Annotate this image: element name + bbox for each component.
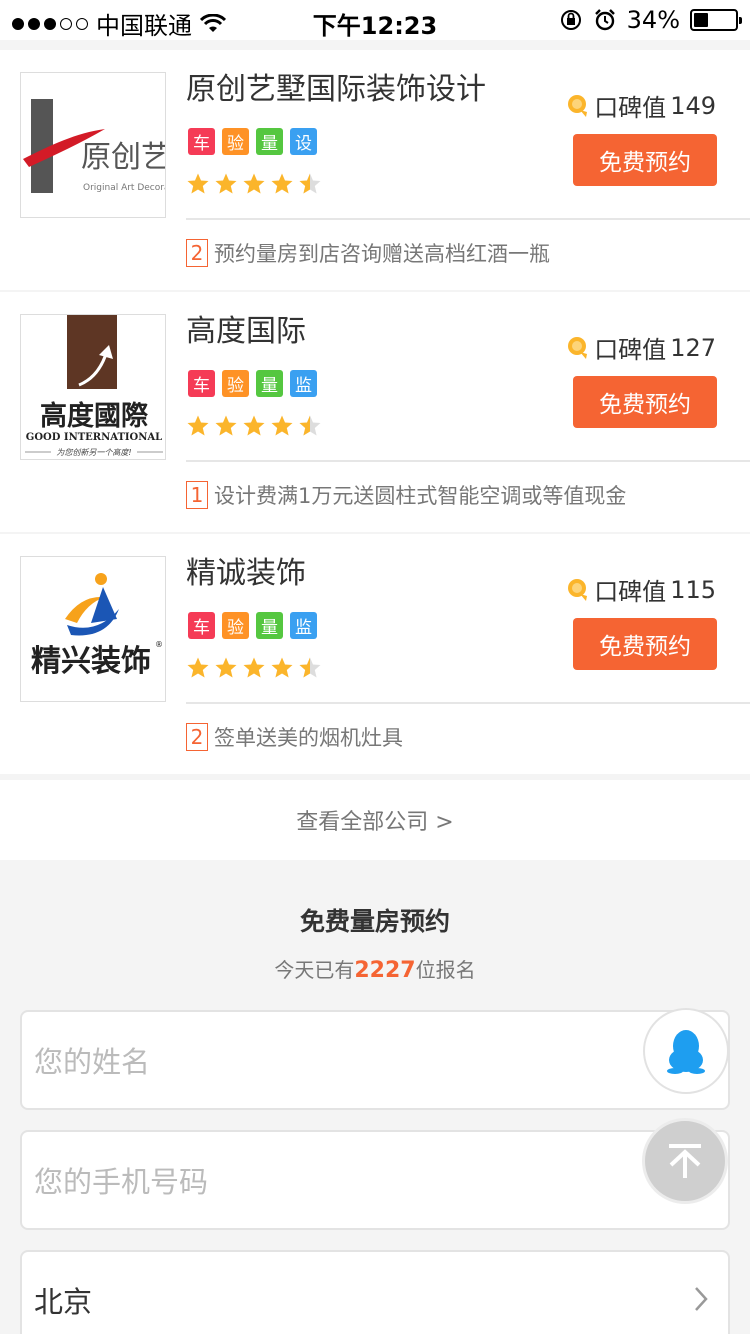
tag-measure: 量 bbox=[256, 370, 283, 397]
star-icon bbox=[243, 415, 265, 436]
city-select[interactable]: 北京 bbox=[20, 1250, 730, 1334]
reputation: 口碑值 115 bbox=[566, 572, 716, 607]
star-icon bbox=[187, 415, 209, 436]
view-all-companies-link[interactable]: 查看全部公司 > bbox=[0, 780, 750, 860]
phone-input[interactable]: 您的手机号码 bbox=[20, 1130, 730, 1230]
tag-supervise: 监 bbox=[290, 370, 317, 397]
half-star-icon bbox=[299, 173, 321, 194]
rotation-lock-icon bbox=[560, 10, 581, 30]
reputation-label: 口碑值 bbox=[594, 94, 667, 122]
alarm-icon bbox=[594, 9, 615, 31]
battery-icon bbox=[690, 9, 742, 31]
reputation-label: 口碑值 bbox=[594, 578, 667, 606]
reputation-value: 115 bbox=[670, 575, 716, 604]
star-icon bbox=[243, 173, 265, 194]
reputation-value: 149 bbox=[670, 91, 716, 120]
tag-design: 设 bbox=[290, 128, 317, 155]
promotion[interactable]: 2 预约量房到店咨询赠送高档红酒一瓶 bbox=[186, 238, 550, 268]
form-title: 免费量房预约 bbox=[299, 907, 450, 936]
company-name[interactable]: 精诚装饰 bbox=[186, 548, 306, 592]
logo-sub-text: Original Art Decoration bbox=[83, 183, 166, 193]
service-tags: 车 验 量 监 bbox=[188, 612, 317, 639]
rating-stars bbox=[186, 656, 322, 680]
service-tags: 车 验 量 设 bbox=[188, 128, 317, 155]
half-star-icon bbox=[299, 415, 321, 436]
company-name[interactable]: 原创艺墅国际装饰设计 bbox=[186, 64, 486, 108]
back-to-top-button[interactable] bbox=[642, 1118, 728, 1204]
company-card[interactable]: 原创艺墅 Original Art Decoration 原创艺墅国际装饰设计 … bbox=[0, 50, 750, 290]
reputation-label: 口碑值 bbox=[594, 336, 667, 364]
logo-slogan: 为您创新另一个高度! bbox=[56, 448, 131, 457]
badge-icon bbox=[568, 336, 588, 359]
qq-penguin-icon bbox=[667, 1030, 705, 1074]
arrow-up-icon bbox=[669, 1144, 701, 1178]
divider bbox=[186, 702, 750, 704]
promo-text: 设计费满1万元送圆柱式智能空调或等值现金 bbox=[214, 484, 627, 508]
star-icon bbox=[187, 173, 209, 194]
status-right: 34% bbox=[559, 6, 742, 34]
tag-measure: 量 bbox=[256, 128, 283, 155]
promo-text: 预约量房到店咨询赠送高档红酒一瓶 bbox=[214, 242, 550, 266]
free-booking-button[interactable]: 免费预约 bbox=[573, 376, 717, 428]
company-name[interactable]: 高度国际 bbox=[186, 306, 306, 350]
half-star-icon bbox=[299, 657, 321, 678]
star-icon bbox=[271, 173, 293, 194]
free-booking-button[interactable]: 免费预约 bbox=[573, 618, 717, 670]
star-icon bbox=[271, 415, 293, 436]
chevron-right-icon bbox=[695, 1287, 708, 1311]
tag-supervise: 监 bbox=[290, 612, 317, 639]
tag-car: 车 bbox=[188, 370, 215, 397]
star-icon bbox=[187, 657, 209, 678]
status-bar: 中国联通 下午12:23 34% bbox=[0, 0, 750, 40]
service-tags: 车 验 量 监 bbox=[188, 370, 317, 397]
promotion[interactable]: 2 签单送美的烟机灶具 bbox=[186, 722, 403, 752]
rating-stars bbox=[186, 172, 322, 196]
signup-count: 今天已有2227位报名 bbox=[0, 954, 750, 983]
star-icon bbox=[271, 657, 293, 678]
logo-main-text: 原创艺墅 bbox=[81, 140, 166, 175]
company-card[interactable]: 高度國際 GOOD INTERNATIONAL 为您创新另一个高度! 高度国际 … bbox=[0, 292, 750, 532]
reputation: 口碑值 127 bbox=[566, 330, 716, 365]
free-booking-button[interactable]: 免费预约 bbox=[573, 134, 717, 186]
logo-sub-text: GOOD INTERNATIONAL bbox=[26, 432, 162, 443]
badge-icon bbox=[568, 578, 588, 601]
star-icon bbox=[215, 173, 237, 194]
promotion[interactable]: 1 设计费满1万元送圆柱式智能空调或等值现金 bbox=[186, 480, 626, 510]
logo-registered-mark: ® bbox=[155, 640, 163, 649]
promo-count-badge: 1 bbox=[186, 481, 208, 509]
star-icon bbox=[243, 657, 265, 678]
promo-text: 签单送美的烟机灶具 bbox=[214, 726, 403, 750]
tag-measure: 量 bbox=[256, 612, 283, 639]
name-input[interactable]: 您的姓名 bbox=[20, 1010, 730, 1110]
tag-inspect: 验 bbox=[222, 128, 249, 155]
star-icon bbox=[215, 657, 237, 678]
reputation: 口碑值 149 bbox=[566, 88, 716, 123]
logo-main-text: 精兴装饰 bbox=[31, 644, 151, 679]
qq-chat-button[interactable] bbox=[643, 1008, 729, 1094]
battery-percent: 34% bbox=[626, 6, 680, 34]
divider bbox=[186, 218, 750, 220]
logo-main-text: 高度國際 bbox=[40, 400, 148, 432]
promo-count-badge: 2 bbox=[186, 239, 208, 267]
tag-car: 车 bbox=[188, 612, 215, 639]
company-logo: 精兴装饰 ® bbox=[20, 556, 166, 702]
city-value: 北京 bbox=[34, 1285, 93, 1319]
tag-inspect: 验 bbox=[222, 612, 249, 639]
company-card[interactable]: 精兴装饰 ® 精诚装饰 车 验 量 监 口碑值 115 免费预约 2 签单送美的… bbox=[0, 534, 750, 774]
badge-icon bbox=[568, 94, 588, 117]
count-suffix: 位报名 bbox=[415, 958, 476, 982]
star-icon bbox=[215, 415, 237, 436]
divider bbox=[186, 460, 750, 462]
company-logo: 原创艺墅 Original Art Decoration bbox=[20, 72, 166, 218]
reputation-value: 127 bbox=[670, 333, 716, 362]
count-prefix: 今天已有 bbox=[274, 958, 355, 982]
tag-inspect: 验 bbox=[222, 370, 249, 397]
count-value: 2227 bbox=[354, 958, 416, 983]
promo-count-badge: 2 bbox=[186, 723, 208, 751]
rating-stars bbox=[186, 414, 322, 438]
company-logo: 高度國際 GOOD INTERNATIONAL 为您创新另一个高度! bbox=[20, 314, 166, 460]
tag-car: 车 bbox=[188, 128, 215, 155]
